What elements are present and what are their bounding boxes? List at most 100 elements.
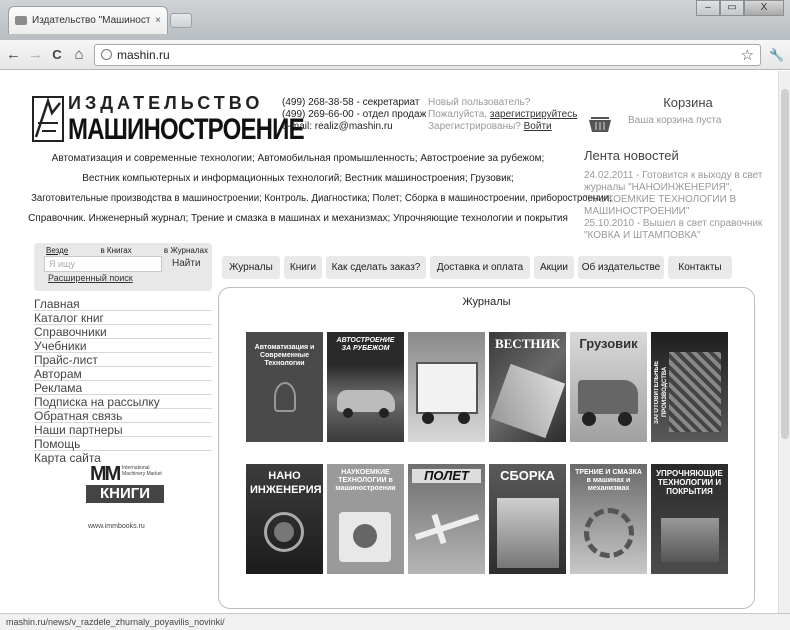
menu-item-subscription[interactable]: Подписка на рассылку — [34, 395, 212, 409]
cart-empty-text: Ваша корзина пуста — [628, 115, 722, 126]
nav-tab-contacts[interactable]: Контакты — [668, 256, 732, 279]
partner-mm-logo: MM — [90, 463, 121, 485]
menu-item-sitemap[interactable]: Карта сайта — [34, 451, 212, 465]
sidebar-menu: Главная Каталог книг Справочники Учебник… — [34, 297, 212, 465]
menu-item-home[interactable]: Главная — [34, 297, 212, 311]
topics-line: Автоматизация и современные технологии; … — [51, 153, 545, 164]
forward-icon[interactable]: → — [28, 47, 43, 62]
wrench-icon[interactable]: 🔧 — [769, 48, 784, 62]
menu-item-help[interactable]: Помощь — [34, 437, 212, 451]
journals-panel: Журналы Автоматизация и Современные Техн… — [218, 287, 755, 609]
reload-icon[interactable]: C — [50, 48, 64, 61]
journal-cover-title: Грузовик — [579, 336, 638, 351]
home-icon[interactable]: ⌂ — [72, 47, 86, 62]
new-tab-button[interactable] — [170, 13, 192, 28]
favicon-icon — [15, 16, 27, 25]
menu-item-catalog[interactable]: Каталог книг — [34, 311, 212, 325]
publisher-logo[interactable]: ИЗДАТЕЛЬСТВО МАШИНОСТРОЕНИЕ — [32, 93, 305, 147]
search-button[interactable]: Найти — [172, 256, 201, 272]
topics-line: Вестник компьютерных и информационных те… — [82, 173, 514, 184]
partner-banner[interactable]: MM International Machinery Market КНИГИ — [86, 463, 166, 503]
menu-item-handbooks[interactable]: Справочники — [34, 325, 212, 339]
maximize-button[interactable]: ▭ — [720, 0, 744, 16]
journal-cover-title: ПОЛЕТ — [412, 469, 481, 483]
nav-tab-books[interactable]: Книги — [284, 256, 322, 279]
nav-tab-how-to-order[interactable]: Как сделать заказ? — [326, 256, 426, 279]
journals-panel-title: Журналы — [462, 296, 511, 308]
topics-line: Заготовительные производства в машиностр… — [31, 193, 612, 204]
journal-covers-grid: Автоматизация и Современные Технологии А… — [246, 332, 728, 574]
close-window-button[interactable]: X — [744, 0, 784, 16]
journal-cover-title: Автоматизация и Современные Технологии — [254, 344, 315, 367]
bookmark-star-icon[interactable]: ☆ — [741, 46, 754, 64]
journal-cover[interactable]: СБОРКА — [489, 464, 566, 574]
search-scope-all[interactable]: Везде — [46, 246, 68, 255]
minimize-button[interactable]: ‒ — [696, 0, 720, 16]
registered-text: Зарегистрированы? — [428, 121, 521, 132]
menu-item-feedback[interactable]: Обратная связь — [34, 409, 212, 423]
nav-tab-journals[interactable]: Журналы — [222, 256, 280, 279]
search-scope-journals[interactable]: в Журналах — [164, 246, 208, 255]
journal-cover[interactable]: ЗАГОТОВИТЕЛЬНЫЕ ПРОИЗВОДСТВА — [651, 332, 728, 442]
browser-toolbar: ← → C ⌂ mashin.ru ☆ 🔧 — [0, 40, 790, 70]
journal-cover[interactable]: НАНО ИНЖЕНЕРИЯ — [246, 464, 323, 574]
browser-titlebar: Издательство "Машиност × ‒ ▭ X — [0, 0, 790, 40]
topics-line: Справочник. Инженерный журнал; Трение и … — [28, 213, 568, 224]
tab-title: Издательство "Машиност — [32, 15, 151, 26]
journal-cover-title: СБОРКА — [500, 468, 555, 483]
nav-tab-delivery[interactable]: Доставка и оплата — [430, 256, 530, 279]
tab-close-icon[interactable]: × — [155, 15, 161, 26]
menu-item-authors[interactable]: Авторам — [34, 367, 212, 381]
journal-cover[interactable]: ВЕСТНИК — [489, 332, 566, 442]
news-title: Лента новостей — [584, 148, 679, 163]
window-controls: ‒ ▭ X — [696, 0, 784, 16]
journal-cover[interactable]: НАУКОЕМКИЕ ТЕХНОЛОГИИ в машиностроении — [327, 464, 404, 574]
main-nav: Журналы Книги Как сделать заказ? Доставк… — [222, 256, 732, 279]
nav-tab-about[interactable]: Об издательстве — [578, 256, 664, 279]
journal-cover-title: ТРЕНИЕ И СМАЗКА в машинах и механизмах — [575, 469, 642, 492]
journal-cover-title: АВТОСТРОЕНИЕ ЗА РУБЕЖОМ — [336, 337, 395, 352]
phone-sales: (499) 269-66-00 - отдел продаж — [282, 109, 427, 120]
url-text: mashin.ru — [117, 47, 170, 62]
journal-topics: Автоматизация и современные технологии; … — [20, 149, 612, 229]
menu-item-textbooks[interactable]: Учебники — [34, 339, 212, 353]
menu-item-price-list[interactable]: Прайс-лист — [34, 353, 212, 367]
journal-cover[interactable]: ПОЛЕТ — [408, 464, 485, 574]
phone-secretariat: (499) 268-38-58 - секретариат — [282, 97, 420, 108]
journal-cover[interactable]: АВТОСТРОЕНИЕ ЗА РУБЕЖОМ — [327, 332, 404, 442]
journal-cover[interactable]: Грузовик — [570, 332, 647, 442]
partner-mm-small: International Machinery Market — [122, 465, 162, 477]
journal-cover[interactable] — [408, 332, 485, 442]
login-link[interactable]: Войти — [524, 121, 552, 132]
register-link[interactable]: зарегистрируйтесь — [490, 109, 578, 120]
partner-books-logo: КНИГИ — [86, 485, 164, 503]
browser-tab[interactable]: Издательство "Машиност × — [8, 6, 168, 34]
logo-mark-icon — [32, 96, 64, 142]
journal-cover-title: НАНО ИНЖЕНЕРИЯ — [250, 470, 322, 496]
search-input[interactable]: Я ищу — [44, 256, 162, 272]
contact-info: (499) 268-38-58 - секретариат (499) 269-… — [282, 97, 426, 133]
cart-block[interactable]: Корзина Ваша корзина пуста — [588, 95, 758, 132]
search-scope-books[interactable]: в Книгах — [100, 246, 131, 255]
email[interactable]: e-mail: realiz@mashin.ru — [282, 121, 426, 133]
journal-cover[interactable]: Автоматизация и Современные Технологии — [246, 332, 323, 442]
nav-tab-promotions[interactable]: Акции — [534, 256, 574, 279]
logo-line-1: ИЗДАТЕЛЬСТВО — [68, 93, 264, 113]
menu-item-advertising[interactable]: Реклама — [34, 381, 212, 395]
address-bar[interactable]: mashin.ru ☆ — [94, 43, 762, 66]
globe-icon — [101, 49, 112, 60]
advanced-search-link[interactable]: Расширенный поиск — [34, 273, 212, 283]
news-item[interactable]: 25.10.2010 - Вышел в свет справочник "КО… — [584, 218, 764, 242]
scrollbar-thumb[interactable] — [781, 89, 789, 439]
cart-title: Корзина — [663, 95, 713, 110]
page-scrollbar[interactable] — [778, 71, 790, 613]
journal-cover-title: НАУКОЕМКИЕ ТЕХНОЛОГИИ в машиностроении — [335, 469, 396, 492]
user-block: Новый пользователь? Пожалуйста, зарегист… — [428, 97, 577, 133]
journal-cover[interactable]: УПРОЧНЯЮЩИЕ ТЕХНОЛОГИИ И ПОКРЫТИЯ — [651, 464, 728, 574]
logo-line-2: МАШИНОСТРОЕНИЕ — [68, 113, 305, 146]
menu-item-partners[interactable]: Наши партнеры — [34, 423, 212, 437]
back-icon[interactable]: ← — [6, 47, 21, 62]
partner-url[interactable]: www.immbooks.ru — [88, 523, 145, 530]
journal-cover-title: УПРОЧНЯЮЩИЕ ТЕХНОЛОГИИ И ПОКРЫТИЯ — [656, 469, 723, 496]
journal-cover[interactable]: ТРЕНИЕ И СМАЗКА в машинах и механизмах — [570, 464, 647, 574]
